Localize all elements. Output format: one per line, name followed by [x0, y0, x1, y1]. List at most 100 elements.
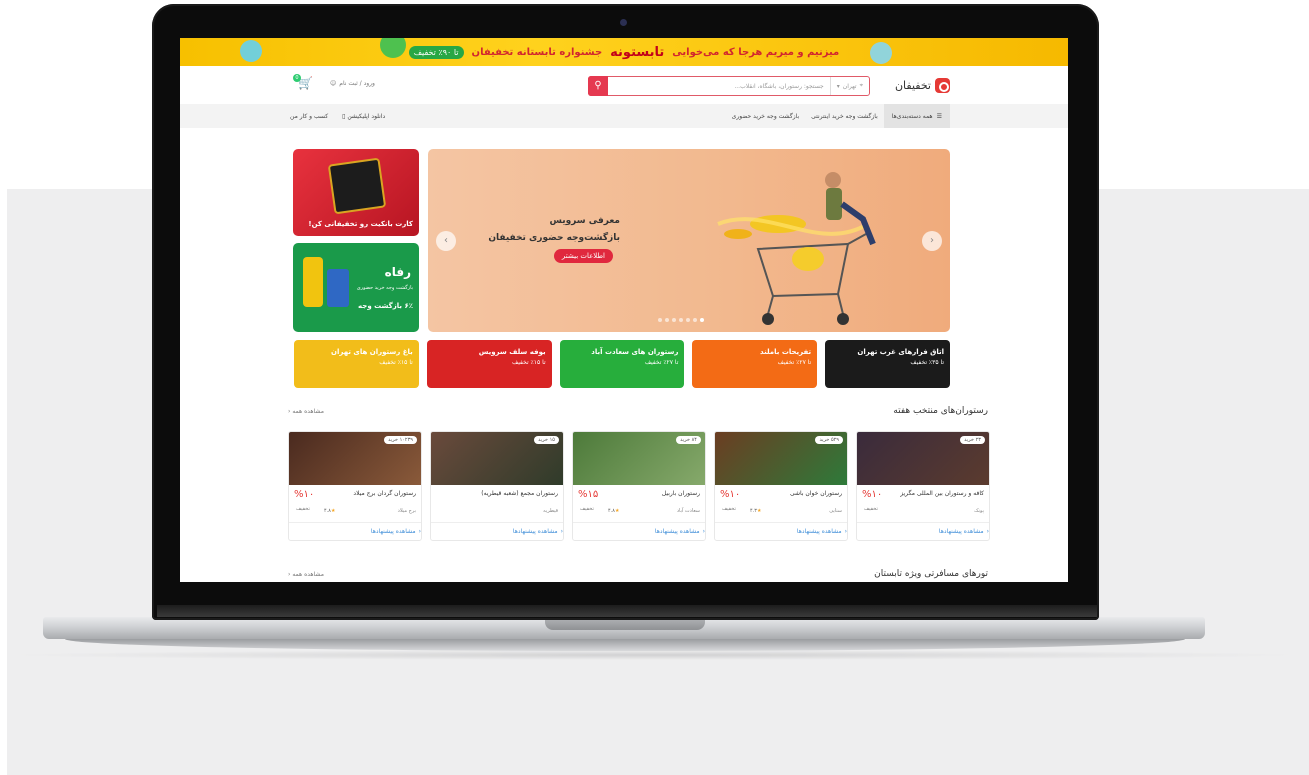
- restaurant-card[interactable]: ۸۴ خرید رستوران باربیل %۱۵ تخفیف سعادت آ…: [572, 431, 706, 541]
- rating-value: ۴.۸: [608, 508, 615, 514]
- watermelon-decoration: [380, 38, 406, 58]
- restaurant-name: رستوران گردان برج میلاد: [353, 490, 416, 497]
- refah-promo[interactable]: رفاه بازگشت وجه خرید حضوری ۶٪ بازگشت وجه: [293, 243, 419, 332]
- view-offers-label: مشاهده پیشنهادها: [796, 528, 842, 535]
- view-offers-link[interactable]: ‹ مشاهده پیشنهادها: [431, 522, 563, 540]
- view-offers-label: مشاهده پیشنهادها: [512, 528, 558, 535]
- view-offers-link[interactable]: ‹ مشاهده پیشنهادها: [857, 522, 989, 540]
- promo-title: اتاق فرارهای غرب تهران: [857, 348, 944, 356]
- hero-heading: معرفی سرویس بازگشت‌وجه حضوری تخفیفان: [488, 213, 620, 247]
- banner-text-1: میزنیم و میریم هرجا که می‌خوایی: [672, 46, 840, 58]
- restaurant-card[interactable]: ۲۳ خرید کافه و رستوران بین المللی مگریز …: [856, 431, 990, 541]
- promo-sub: تا ۲۷٪ تخفیف: [777, 359, 812, 366]
- search-input[interactable]: جستجو: رستوران، باشگاه، انقلاب...: [608, 83, 830, 90]
- restaurant-name: رستوران مجمع (شعبه قیطریه): [481, 490, 558, 497]
- section-header-restaurants: رستوران‌های منتخب هفته مشاهده همه ‹: [288, 406, 988, 416]
- main-nav: ☰ همه دسته‌بندی‌ها بازگشت وجه خرید اینتر…: [180, 104, 1068, 128]
- promo-tile-bamland[interactable]: تفریحات باملند تا ۲۷٪ تخفیف: [692, 340, 818, 388]
- restaurant-card[interactable]: ۵۲۹ خرید رستوران خوان باشی %۱۰ تخفیف سنا…: [714, 431, 848, 541]
- view-offers-link[interactable]: ‹ مشاهده پیشنهادها: [715, 522, 847, 540]
- promo-tile-garden-restaurants[interactable]: باغ رستوران های تهران تا ۱۵٪ تخفیف: [294, 340, 419, 388]
- view-offers-label: مشاهده پیشنهادها: [370, 528, 416, 535]
- carousel-dot[interactable]: [686, 318, 690, 322]
- user-icon: ☺: [330, 80, 337, 87]
- discount-label: تخفیف: [296, 506, 310, 512]
- business-link[interactable]: کسب و کار من: [290, 113, 328, 120]
- discount-percent: %۱۰: [294, 489, 315, 500]
- restaurant-name: رستوران باربیل: [661, 490, 700, 497]
- restaurant-image: ۱۰۲۳۹ خرید: [289, 432, 421, 485]
- promo-tile-escape-room[interactable]: اتاق فرارهای غرب تهران تا ۳۵٪ تخفیف: [825, 340, 950, 388]
- see-all-link[interactable]: مشاهده همه ‹: [288, 408, 324, 415]
- see-all-link[interactable]: مشاهده همه ‹: [288, 571, 324, 578]
- product-bottle-image: [303, 257, 323, 307]
- search-bar: ⌖ تهران ▾ جستجو: رستوران، باشگاه، انقلاب…: [588, 75, 870, 96]
- banner-highlight: تابستونه: [610, 44, 665, 60]
- carousel-prev-button[interactable]: ‹: [436, 231, 456, 251]
- section-title: رستوران‌های منتخب هفته: [893, 406, 988, 416]
- view-offers-link[interactable]: ‹ مشاهده پیشنهادها: [289, 522, 421, 540]
- carousel-dot[interactable]: [658, 318, 662, 322]
- carousel-dot[interactable]: [665, 318, 669, 322]
- nav-item-online-cashback[interactable]: بازگشت وجه خرید اینترنتی: [805, 113, 884, 120]
- login-link[interactable]: ورود / ثبت نام ☺: [330, 80, 375, 87]
- restaurant-card[interactable]: ۱۵ خرید رستوران مجمع (شعبه قیطریه) قیطری…: [430, 431, 564, 541]
- site-logo[interactable]: تخفیفان: [894, 77, 950, 93]
- hero-cta-button[interactable]: اطلاعات بیشتر: [553, 249, 613, 263]
- mockup-stage: میزنیم و میریم هرجا که می‌خوایی تابستونه…: [0, 0, 1309, 775]
- purchase-count: ۲۳ خرید: [960, 436, 985, 444]
- star-icon: ★: [614, 508, 620, 514]
- section-header-tours: تورهای مسافرتی ویژه تابستان مشاهده همه ‹: [288, 569, 988, 579]
- nav-item-instore-cashback[interactable]: بازگشت وجه خرید حضوری: [726, 113, 806, 120]
- restaurant-card[interactable]: ۱۰۲۳۹ خرید رستوران گردان برج میلاد %۱۰ ت…: [288, 431, 422, 541]
- chevron-left-icon: ‹: [844, 528, 847, 535]
- carousel-dot[interactable]: [672, 318, 676, 322]
- brand-name: تخفیفان: [894, 78, 931, 92]
- city-name: تهران: [842, 82, 857, 90]
- purchase-count: ۸۴ خرید: [676, 436, 701, 444]
- restaurant-cards: ۲۳ خرید کافه و رستوران بین المللی مگریز …: [288, 431, 990, 541]
- all-categories-menu[interactable]: ☰ همه دسته‌بندی‌ها: [883, 104, 950, 128]
- promo-sub: تا ۱۵٪ تخفیف: [379, 359, 413, 366]
- rating: ★۴.۳: [750, 508, 761, 514]
- promo-title: بوفه سلف سرویس: [478, 348, 546, 356]
- splash-decoration: [870, 42, 892, 64]
- promo-tile-saadatabad[interactable]: رستوران های سعادت آباد تا ۲۷٪ تخفیف: [559, 340, 685, 388]
- purchase-count: ۱۰۲۳۹ خرید: [384, 436, 417, 444]
- carousel-next-button[interactable]: ›: [922, 231, 942, 251]
- see-all-label: مشاهده همه: [292, 407, 324, 415]
- discount-percent: %۱۰: [862, 489, 883, 500]
- search-icon: ⚲: [594, 80, 602, 91]
- laptop-shadow: [0, 650, 1309, 660]
- view-offers-link[interactable]: ‹ مشاهده پیشنهادها: [573, 522, 705, 540]
- promo-title: رستوران های سعادت آباد: [591, 348, 679, 356]
- carousel-dots: [658, 318, 704, 322]
- carousel-dot[interactable]: [693, 318, 697, 322]
- restaurant-location: سعادت آباد: [676, 508, 700, 514]
- rating: ★۴.۸: [608, 508, 619, 514]
- restaurant-location: پونک: [974, 508, 984, 514]
- restaurant-name: کافه و رستوران بین المللی مگریز: [900, 490, 984, 497]
- carousel-dot-active[interactable]: [700, 318, 704, 322]
- promo-top-banner[interactable]: میزنیم و میریم هرجا که می‌خوایی تابستونه…: [180, 38, 1068, 66]
- refah-brand: رفاه: [384, 265, 411, 279]
- restaurant-location: سنایی: [829, 508, 842, 514]
- city-selector[interactable]: ⌖ تهران ▾: [829, 77, 869, 95]
- carousel-dot[interactable]: [679, 318, 683, 322]
- chevron-left-icon: ‹: [702, 528, 705, 535]
- splash-decoration: [240, 40, 262, 62]
- cart-button[interactable]: 🛒 0: [293, 74, 313, 94]
- promo-tile-buffet[interactable]: بوفه سلف سرویس تا ۱۵٪ تخفیف: [426, 340, 552, 388]
- hero-carousel[interactable]: معرفی سرویس بازگشت‌وجه حضوری تخفیفان اطلا…: [428, 149, 950, 332]
- section-title: تورهای مسافرتی ویژه تابستان: [874, 569, 988, 579]
- search-button[interactable]: ⚲: [588, 75, 608, 96]
- promo-sub: تا ۳۵٪ تخفیف: [910, 359, 944, 366]
- banner-badge: تا ۹۰٪ تخفیف: [408, 45, 464, 59]
- restaurant-image: ۵۲۹ خرید: [715, 432, 847, 485]
- chevron-left-icon: ‹: [986, 528, 989, 535]
- rating-value: ۴.۳: [750, 508, 757, 514]
- purchase-count: ۵۲۹ خرید: [815, 436, 843, 444]
- bank-card-promo[interactable]: کارت بانکیت رو تخفیفانی کن!: [293, 149, 419, 236]
- app-download-link[interactable]: دانلود اپلیکیشن ▯: [342, 113, 385, 120]
- chevron-left-icon: ‹: [560, 528, 563, 535]
